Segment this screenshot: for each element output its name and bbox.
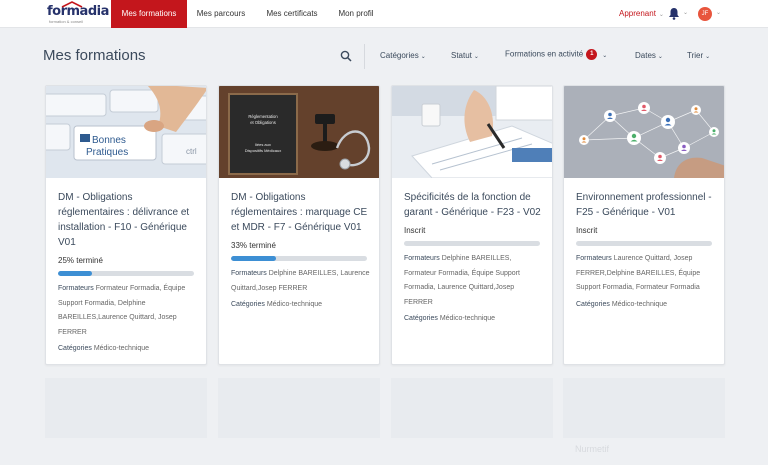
- course-card-body: DM - Obligations réglementaires : délivr…: [58, 190, 198, 357]
- course-card-body: Spécificités de la fonction de garant - …: [404, 190, 544, 327]
- filter-categories[interactable]: Catégories ⌄: [380, 51, 426, 60]
- keyboard-label: ctrl: [186, 147, 197, 156]
- course-card-body: DM - Obligations réglementaires : marqua…: [231, 190, 371, 313]
- formateurs-label: Formateurs: [576, 255, 612, 262]
- toolbar-divider: [364, 44, 365, 69]
- categories-label: Catégories: [231, 301, 265, 308]
- chevron-down-icon: ⌄: [602, 52, 608, 59]
- chalkboard-text: et Obligations: [250, 120, 276, 125]
- filter-label: Catégories: [380, 51, 419, 60]
- course-card-body: Environnement professionnel - F25 - Géné…: [576, 190, 716, 312]
- user-avatar[interactable]: JF: [698, 7, 712, 21]
- role-selector[interactable]: Apprenant ⌄: [619, 0, 664, 28]
- chevron-down-icon: ⌄: [705, 54, 711, 60]
- keyboard-label: Bonnes: [92, 135, 126, 146]
- filter-label: Formations en activité: [505, 49, 584, 59]
- course-status: 33% terminé: [231, 241, 276, 250]
- course-card[interactable]: Spécificités de la fonction de garant - …: [391, 85, 553, 365]
- chevron-down-icon[interactable]: ⌄: [683, 9, 688, 16]
- course-formateurs: Formateurs Formateur Formadia, Équipe Su…: [58, 282, 198, 340]
- filter-label: Dates: [635, 51, 656, 60]
- role-label: Apprenant: [619, 9, 656, 18]
- course-status: Inscrit: [404, 226, 426, 235]
- course-title[interactable]: Environnement professionnel - F25 - Géné…: [576, 190, 716, 220]
- keyboard-label: Pratiques: [86, 147, 128, 158]
- course-categories: Catégories Médico-technique: [231, 298, 371, 313]
- progress-bar: [58, 271, 194, 276]
- filter-label: Trier: [687, 51, 704, 60]
- course-thumbnail[interactable]: [392, 86, 552, 178]
- chevron-down-icon: ⌄: [473, 54, 479, 60]
- progress-fill: [58, 271, 92, 276]
- formadia-logo[interactable]: formadia formation & conseil: [47, 1, 109, 25]
- nav-mon-profil[interactable]: Mon profil: [332, 0, 380, 28]
- course-formateurs: Formateurs Laurence Quittard, Josep FERR…: [576, 252, 716, 296]
- chevron-down-icon: ⌄: [420, 54, 426, 60]
- bell-icon[interactable]: [668, 7, 680, 20]
- course-card-placeholder: [391, 378, 553, 438]
- course-formateurs: Formateurs Delphine BAREILLES, Formateur…: [404, 252, 544, 310]
- chalkboard-text: Dispositifs Médicaux: [245, 148, 281, 153]
- course-thumbnail[interactable]: Bonnes Pratiques ctrl: [46, 86, 206, 178]
- course-card[interactable]: Bonnes Pratiques ctrl DM - Obligations r…: [45, 85, 207, 365]
- logo-wordmark: formadia: [47, 4, 109, 19]
- course-title[interactable]: DM - Obligations réglementaires : marqua…: [231, 190, 371, 235]
- course-thumbnail[interactable]: Réglementation et Obligations liées aux …: [219, 86, 379, 178]
- filter-label: Statut: [451, 51, 472, 60]
- top-navigation: formadia formation & conseil Mes formati…: [0, 0, 768, 28]
- course-formateurs: Formateurs Delphine BAREILLES, Laurence …: [231, 267, 371, 296]
- formateurs-value: Delphine BAREILLES, Formateur Formadia, …: [404, 255, 520, 306]
- filter-formations-en-activite[interactable]: Formations en activité 1 ⌄: [505, 49, 607, 60]
- page-title: Mes formations: [43, 47, 146, 64]
- chevron-down-icon: ⌄: [657, 54, 663, 60]
- categories-label: Catégories: [58, 345, 92, 352]
- chalkboard-text: Réglementation: [248, 114, 278, 119]
- chevron-down-icon[interactable]: ⌄: [716, 9, 721, 16]
- course-card-placeholder: [218, 378, 380, 438]
- faded-course-title: Nurmetif: [575, 444, 610, 454]
- categories-value: Médico-technique: [611, 300, 668, 308]
- progress-fill: [231, 256, 276, 261]
- filter-trier[interactable]: Trier ⌄: [687, 51, 710, 60]
- course-categories: Catégories Médico-technique: [404, 312, 544, 327]
- formateurs-value: Formateur Formadia, Équipe Support Forma…: [58, 285, 186, 336]
- filter-dates[interactable]: Dates ⌄: [635, 51, 663, 60]
- course-card-placeholder: [563, 378, 725, 438]
- course-status: Inscrit: [576, 226, 598, 235]
- progress-bar: [576, 241, 712, 246]
- active-filter-count-badge: 1: [586, 49, 598, 60]
- formateurs-label: Formateurs: [404, 255, 440, 262]
- course-thumbnail[interactable]: [564, 86, 724, 178]
- nav-mes-formations[interactable]: Mes formations: [111, 0, 187, 28]
- formateurs-label: Formateurs: [58, 285, 94, 292]
- progress-bar: [404, 241, 540, 246]
- filter-statut[interactable]: Statut ⌄: [451, 51, 479, 60]
- search-icon[interactable]: [340, 50, 352, 62]
- course-card[interactable]: Environnement professionnel - F25 - Géné…: [563, 85, 725, 365]
- chevron-down-icon: ⌄: [658, 12, 664, 18]
- formateurs-label: Formateurs: [231, 270, 267, 277]
- logo-tagline: formation & conseil: [49, 19, 84, 24]
- course-title[interactable]: DM - Obligations réglementaires : délivr…: [58, 190, 198, 250]
- categories-value: Médico-technique: [439, 315, 496, 322]
- categories-value: Médico-technique: [93, 345, 150, 352]
- course-categories: Catégories Médico-technique: [576, 298, 716, 313]
- nav-mes-parcours[interactable]: Mes parcours: [190, 0, 252, 28]
- course-status: 25% terminé: [58, 256, 103, 265]
- nav-mes-certificats[interactable]: Mes certificats: [257, 0, 327, 28]
- course-card-placeholder: [45, 378, 207, 438]
- chalkboard-text: liées aux: [255, 142, 271, 147]
- course-categories: Catégories Médico-technique: [58, 342, 198, 357]
- progress-bar: [231, 256, 367, 261]
- categories-label: Catégories: [576, 300, 610, 308]
- course-title[interactable]: Spécificités de la fonction de garant - …: [404, 190, 544, 220]
- course-card[interactable]: Réglementation et Obligations liées aux …: [218, 85, 380, 365]
- categories-value: Médico-technique: [266, 301, 323, 308]
- categories-label: Catégories: [404, 315, 438, 322]
